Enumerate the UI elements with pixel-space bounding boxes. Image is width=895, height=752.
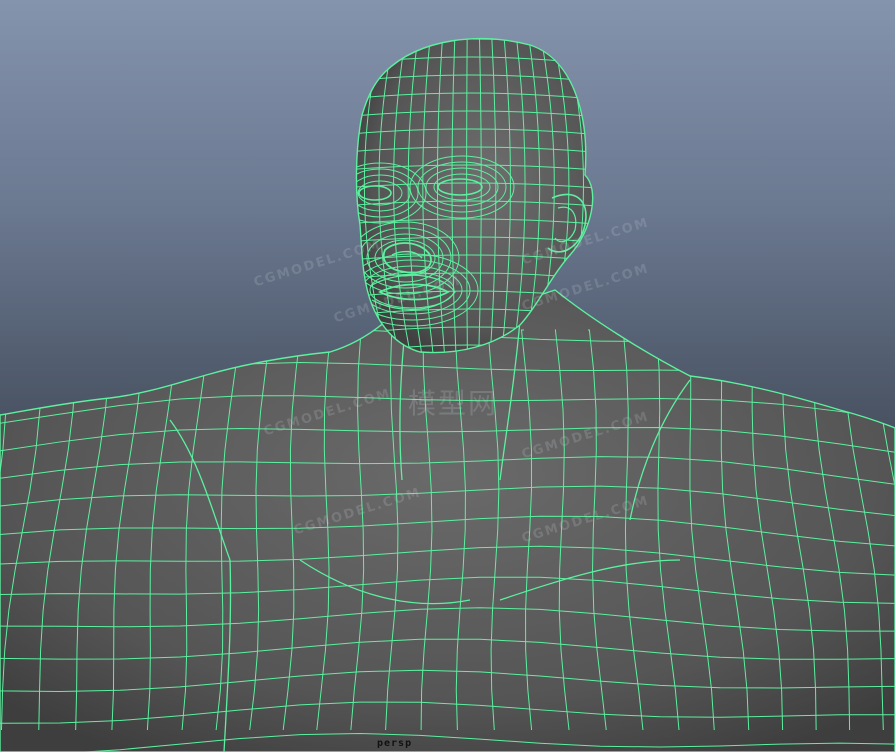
camera-label: persp (377, 738, 413, 749)
perspective-viewport[interactable]: CGMODEL.COM CGMODEL.COM CGMODEL.COM CGMO… (0, 0, 895, 752)
character-mesh-view[interactable] (0, 0, 895, 752)
head-mesh[interactable] (300, 30, 640, 360)
torso-mesh[interactable] (0, 289, 895, 752)
